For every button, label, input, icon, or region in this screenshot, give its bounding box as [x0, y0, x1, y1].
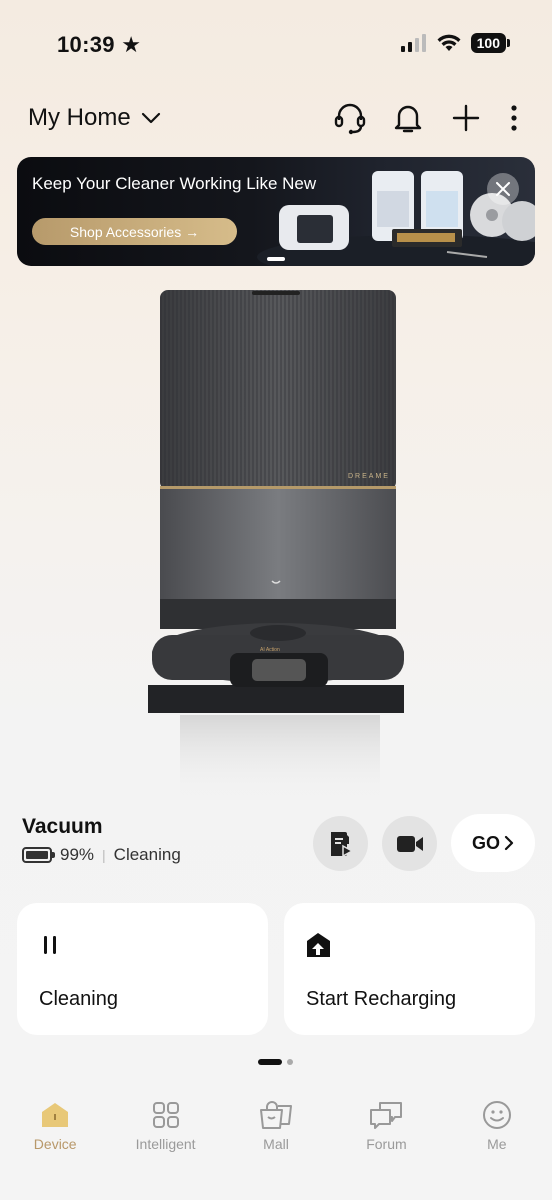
tab-intelligent-label: Intelligent [135, 1136, 196, 1152]
promo-banner[interactable]: Keep Your Cleaner Working Like New Shop … [17, 157, 535, 266]
svg-text:AI Action: AI Action [260, 647, 280, 653]
status-time: 10:39 ★ [57, 32, 142, 57]
pause-icon [44, 936, 56, 954]
pager-dot-active [258, 1059, 282, 1065]
plus-icon [452, 104, 480, 132]
grid-icon [152, 1102, 179, 1128]
device-status: 99% | Cleaning [22, 845, 181, 865]
cleaning-card-label: Cleaning [39, 988, 118, 1010]
battery-indicator: 100 [470, 33, 511, 53]
chat-bubbles-icon [370, 1102, 403, 1129]
card-pager [258, 1059, 293, 1065]
notifications-button[interactable] [390, 100, 426, 136]
star-icon: ★ [121, 32, 142, 57]
home-selector[interactable]: My Home [28, 104, 161, 132]
cellular-signal-icon [400, 34, 426, 52]
headset-icon [334, 103, 366, 135]
chevron-right-icon [504, 835, 514, 851]
banner-close-button[interactable] [487, 173, 519, 205]
tab-mall[interactable]: Mall [221, 1090, 331, 1200]
svg-text:DREAME: DREAME [348, 473, 390, 480]
tab-forum-label: Forum [366, 1136, 407, 1152]
tab-intelligent[interactable]: Intelligent [110, 1090, 220, 1200]
tab-me-label: Me [487, 1136, 507, 1152]
robot-vacuum-image[interactable]: DREAME AI Action [140, 285, 412, 805]
tab-mall-label: Mall [263, 1136, 289, 1152]
header: My Home [0, 100, 552, 140]
banner-page-indicator [267, 257, 285, 261]
more-options-button[interactable] [506, 100, 522, 136]
close-icon [496, 182, 510, 196]
bottom-tab-bar: Device Intelligent Mall Forum Me [0, 1090, 552, 1200]
support-headset-button[interactable] [332, 100, 368, 136]
wifi-icon [437, 34, 461, 51]
go-label: GO [471, 832, 500, 853]
add-device-button[interactable] [448, 100, 484, 136]
device-name: Vacuum [22, 815, 103, 838]
battery-icon [22, 847, 55, 863]
battery-level: 99% [60, 845, 95, 864]
smiley-icon [482, 1101, 511, 1129]
home-icon [42, 1103, 69, 1127]
robot-vacuum-station-illustration: DREAME AI Action [148, 290, 404, 805]
banner-title: Keep Your Cleaner Working Like New [32, 174, 317, 193]
bell-icon [394, 105, 422, 133]
tab-device[interactable]: Device [0, 1090, 110, 1200]
status-divider: | [102, 847, 106, 863]
header-actions [332, 100, 522, 136]
more-vertical-icon [511, 105, 517, 131]
document-play-icon [330, 831, 354, 857]
recharge-dock-icon [307, 933, 330, 957]
chevron-down-icon [141, 112, 160, 124]
tab-device-label: Device [33, 1136, 77, 1152]
video-camera-icon [396, 835, 423, 852]
tab-forum[interactable]: Forum [331, 1090, 441, 1200]
video-camera-button[interactable] [382, 816, 437, 871]
device-state: Cleaning [113, 845, 181, 864]
status-bar: 10:39 ★ 100 [0, 0, 552, 90]
go-button[interactable]: GO [451, 814, 535, 872]
cleaning-card[interactable]: Cleaning [17, 903, 268, 1035]
tab-me[interactable]: Me [442, 1090, 552, 1200]
start-recharging-card-label: Start Recharging [306, 988, 457, 1010]
pager-dot [287, 1059, 293, 1065]
status-icons: 100 [400, 33, 511, 53]
cleaning-record-button[interactable] [313, 816, 368, 871]
shop-accessories-button[interactable]: Shop Accessories → [32, 218, 237, 245]
page-title: My Home [28, 104, 131, 131]
shopping-bag-icon [260, 1101, 293, 1129]
start-recharging-card[interactable]: Start Recharging [284, 903, 535, 1035]
